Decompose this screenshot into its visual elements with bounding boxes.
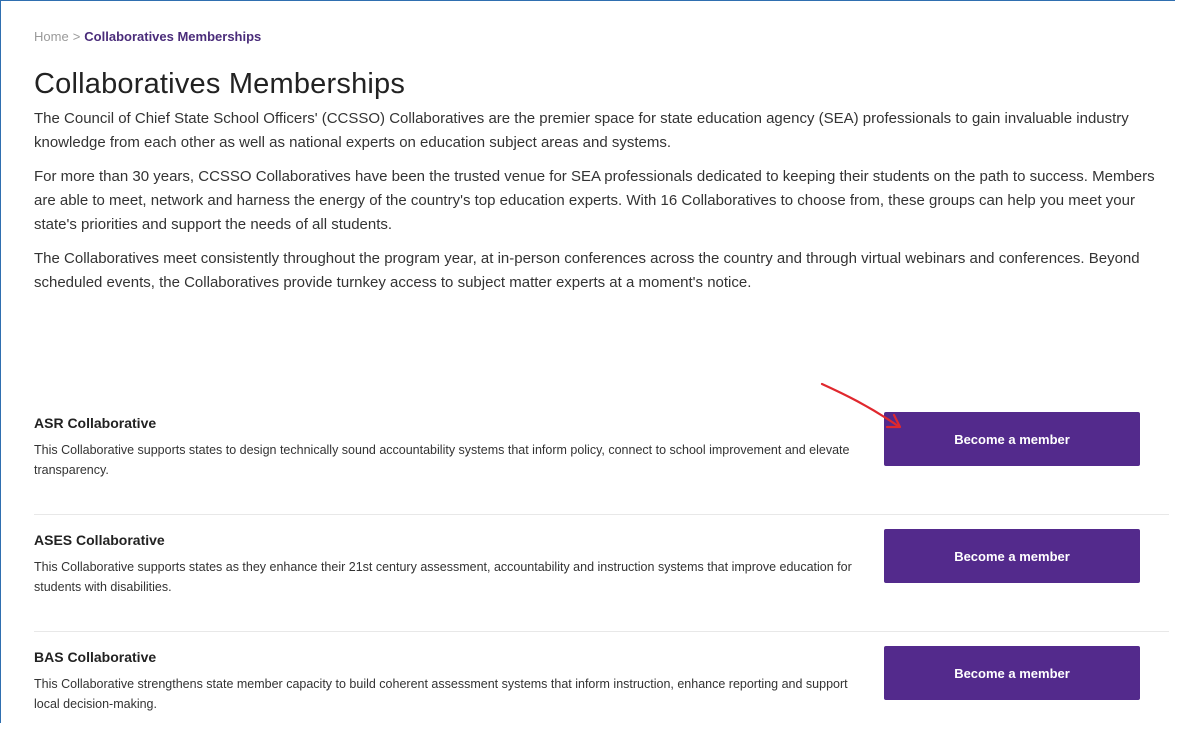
collaboratives-list: ASR Collaborative This Collaborative sup… bbox=[34, 398, 1169, 748]
collaborative-name: ASR Collaborative bbox=[34, 415, 157, 431]
become-member-button-bas[interactable]: Become a member bbox=[884, 646, 1140, 700]
annotation-arrow-icon bbox=[820, 382, 902, 429]
breadcrumb: Home > Collaboratives Memberships bbox=[34, 29, 261, 44]
become-member-button-ases[interactable]: Become a member bbox=[884, 529, 1140, 583]
intro-paragraph-3: The Collaboratives meet consistently thr… bbox=[34, 250, 1140, 291]
intro-text: The Council of Chief State School Office… bbox=[34, 107, 1169, 305]
intro-paragraph-1: The Council of Chief State School Office… bbox=[34, 110, 1129, 151]
collaborative-name: BAS Collaborative bbox=[34, 649, 157, 665]
breadcrumb-home-link[interactable]: Home bbox=[34, 29, 69, 44]
collaborative-description: This Collaborative supports states as th… bbox=[34, 560, 852, 594]
become-member-button-asr[interactable]: Become a member bbox=[884, 412, 1140, 466]
collaborative-description: This Collaborative supports states to de… bbox=[34, 443, 850, 477]
page-title: Collaboratives Memberships bbox=[34, 68, 406, 100]
collaborative-item-asr: ASR Collaborative This Collaborative sup… bbox=[34, 398, 1169, 515]
breadcrumb-current: Collaboratives Memberships bbox=[84, 29, 262, 44]
collaborative-item-bas: BAS Collaborative This Collaborative str… bbox=[34, 632, 1169, 748]
intro-paragraph-2: For more than 30 years, CCSSO Collaborat… bbox=[34, 168, 1155, 233]
collaborative-description: This Collaborative strengthens state mem… bbox=[34, 677, 848, 711]
collaborative-item-ases: ASES Collaborative This Collaborative su… bbox=[34, 515, 1169, 632]
collaborative-name: ASES Collaborative bbox=[34, 532, 165, 548]
breadcrumb-separator: > bbox=[72, 29, 81, 44]
